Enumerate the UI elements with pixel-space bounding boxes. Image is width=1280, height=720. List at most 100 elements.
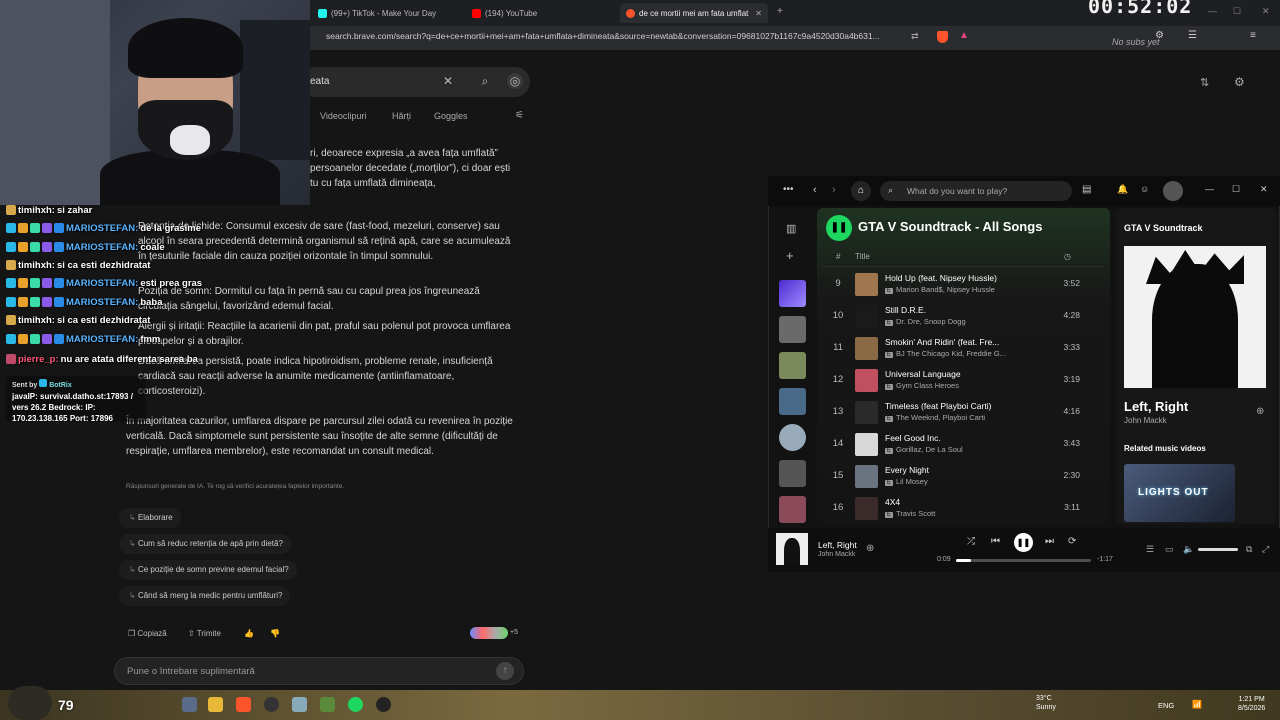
create-plus-icon[interactable]: + xyxy=(786,248,794,263)
close-window-icon[interactable]: ✕ xyxy=(1262,6,1270,17)
track-artist[interactable]: E Marion Band$, Nipsey Hussle xyxy=(885,285,1035,294)
forward-arrow-icon[interactable]: › xyxy=(832,184,836,196)
repeat-icon[interactable]: ⟳ xyxy=(1068,536,1076,547)
notifications-icon[interactable]: 🔔 xyxy=(1117,184,1128,195)
track-artist[interactable]: E Gym Class Heroes xyxy=(885,381,1035,390)
progress-bar[interactable] xyxy=(956,559,1091,562)
track-artist[interactable]: E Travis Scott xyxy=(885,509,1035,518)
clock[interactable]: 1:21 PM 8/5/2026 xyxy=(1238,695,1265,713)
close-icon[interactable]: ✕ xyxy=(1260,184,1268,195)
playlist-pause-button[interactable]: ❚❚ xyxy=(826,215,852,241)
followup-elaborate[interactable]: Elaborare xyxy=(119,508,181,528)
devices-icon[interactable]: ▭ xyxy=(1165,544,1174,555)
maximize-icon[interactable]: ☐ xyxy=(1232,184,1240,195)
nav-maps[interactable]: Hărți xyxy=(392,111,411,121)
send-button[interactable]: ⇧ Trimite xyxy=(188,629,221,638)
library-tile[interactable] xyxy=(779,388,806,415)
queue-icon[interactable]: ☰ xyxy=(1146,544,1154,555)
thumbs-up-icon[interactable]: 👍 xyxy=(244,629,254,638)
volume-icon[interactable]: 🔈 xyxy=(1183,544,1194,555)
tab-tiktok[interactable]: (99+) TikTok - Make Your Day xyxy=(312,3,462,23)
tab-brave-search[interactable]: de ce mortii mei am fata umflat ✕ xyxy=(620,3,768,23)
brave-taskbar-icon[interactable] xyxy=(236,697,251,712)
app-icon[interactable] xyxy=(292,697,307,712)
np-artist[interactable]: John Mackk xyxy=(1124,416,1167,425)
avatar[interactable] xyxy=(1163,181,1183,201)
thumbs-down-icon[interactable]: 👎 xyxy=(270,629,280,638)
track-artist[interactable]: E Lil Mosey xyxy=(885,477,1035,486)
track-artist[interactable]: E Dr. Dre, Snoop Dogg xyxy=(885,317,1035,326)
search-icon[interactable]: ⌕ xyxy=(477,73,493,89)
bookmarks-icon[interactable]: ☰ xyxy=(1188,30,1197,41)
library-tile[interactable] xyxy=(779,352,806,379)
back-arrow-icon[interactable]: ‹ xyxy=(813,184,817,196)
weather-widget[interactable]: 33°C Sunny xyxy=(1036,694,1056,712)
shuffle-icon[interactable]: ⤮ xyxy=(967,536,975,547)
library-tile[interactable] xyxy=(779,460,806,487)
home-icon[interactable]: ⌂ xyxy=(851,181,871,201)
track-artist[interactable]: E BJ The Chicago Kid, Freddie G... xyxy=(885,349,1035,358)
menu-icon[interactable]: ≡ xyxy=(1250,30,1256,41)
add-icon[interactable]: ⊕ xyxy=(1256,406,1264,417)
player-cover[interactable] xyxy=(776,533,808,565)
fullscreen-icon[interactable]: ⤢ xyxy=(1262,544,1269,555)
obs-icon[interactable] xyxy=(264,697,279,712)
nav-goggles[interactable]: Goggles xyxy=(434,111,468,121)
sliders-icon[interactable]: ⚟ xyxy=(515,110,524,121)
submit-arrow-icon[interactable]: ↑ xyxy=(496,662,514,680)
nav-videos[interactable]: Videoclipuri xyxy=(320,111,366,121)
minimize-icon[interactable]: — xyxy=(1205,184,1214,194)
language-indicator[interactable]: ENG xyxy=(1158,701,1174,710)
track-title[interactable]: Universal Language xyxy=(885,369,1035,379)
close-tab-icon[interactable]: ✕ xyxy=(755,9,762,18)
sources-avatars[interactable] xyxy=(470,627,508,639)
ai-search-icon[interactable]: ◎ xyxy=(507,73,523,89)
brave-shields-icon[interactable] xyxy=(937,31,948,43)
pause-button[interactable]: ❚❚ xyxy=(1014,533,1033,552)
track-title[interactable]: Timeless (feat Playboi Carti) xyxy=(885,401,1035,411)
copy-button[interactable]: ❐ Copiază xyxy=(128,629,167,638)
search-input[interactable] xyxy=(300,67,530,97)
filter-icon[interactable]: ⇅ xyxy=(1200,76,1209,89)
minimize-icon[interactable]: — xyxy=(1208,6,1217,16)
clear-icon[interactable]: ✕ xyxy=(440,73,456,89)
translate-icon[interactable]: ⇄ xyxy=(911,31,919,42)
track-title[interactable]: Hold Up (feat. Nipsey Hussle) xyxy=(885,273,1035,283)
track-title[interactable]: 4X4 xyxy=(885,497,1035,507)
followup-doctor[interactable]: Când să merg la medic pentru umflături? xyxy=(119,586,291,606)
maximize-icon[interactable]: ☐ xyxy=(1233,6,1241,17)
folder-icon[interactable] xyxy=(208,697,223,712)
track-title[interactable]: Feel Good Inc. xyxy=(885,433,1035,443)
browse-icon[interactable]: ▤ xyxy=(1082,184,1091,195)
next-icon[interactable]: ⏭ xyxy=(1045,536,1054,547)
track-artist[interactable]: E Gorillaz, De La Soul xyxy=(885,445,1035,454)
minecraft-icon[interactable] xyxy=(320,697,335,712)
settings-gear-icon[interactable]: ⚙ xyxy=(1234,75,1245,89)
new-tab-button[interactable]: + xyxy=(777,6,783,17)
track-title[interactable]: Still D.R.E. xyxy=(885,305,1035,315)
miniplayer-icon[interactable]: ⧉ xyxy=(1246,544,1252,555)
track-artist[interactable]: E The Weeknd, Playboi Carti xyxy=(885,413,1035,422)
followup-diet[interactable]: Cum să reduc retenția de apă prin dietă? xyxy=(119,534,291,554)
wifi-icon[interactable]: 📶 xyxy=(1192,700,1202,709)
previous-icon[interactable]: ⏮ xyxy=(991,536,1000,547)
followup-sleep[interactable]: Ce poziție de somn previne edemul facial… xyxy=(119,560,297,580)
brave-rewards-icon[interactable]: ▲ xyxy=(959,30,969,41)
track-title[interactable]: Every Night xyxy=(885,465,1035,475)
library-tile[interactable] xyxy=(779,496,806,523)
friends-icon[interactable]: ☺ xyxy=(1140,184,1149,194)
player-title[interactable]: Left, Right xyxy=(818,540,857,550)
spotify-taskbar-icon[interactable] xyxy=(348,697,363,712)
library-tile[interactable] xyxy=(779,316,806,343)
more-dots-icon[interactable]: ••• xyxy=(783,184,794,195)
player-artist[interactable]: John Mackk xyxy=(818,551,855,558)
liked-songs-tile[interactable] xyxy=(779,280,806,307)
library-icon[interactable]: ▥ xyxy=(786,222,796,235)
tab-youtube[interactable]: (194) YouTube xyxy=(466,3,616,23)
np-song[interactable]: Left, Right xyxy=(1124,399,1188,414)
add-to-library-icon[interactable]: ⊕ xyxy=(866,543,874,554)
library-tile[interactable] xyxy=(779,424,806,451)
file-explorer-icon[interactable] xyxy=(182,697,197,712)
url-field[interactable]: search.brave.com/search?q=de+ce+mortii+m… xyxy=(326,31,880,41)
volume-slider[interactable] xyxy=(1198,548,1238,551)
